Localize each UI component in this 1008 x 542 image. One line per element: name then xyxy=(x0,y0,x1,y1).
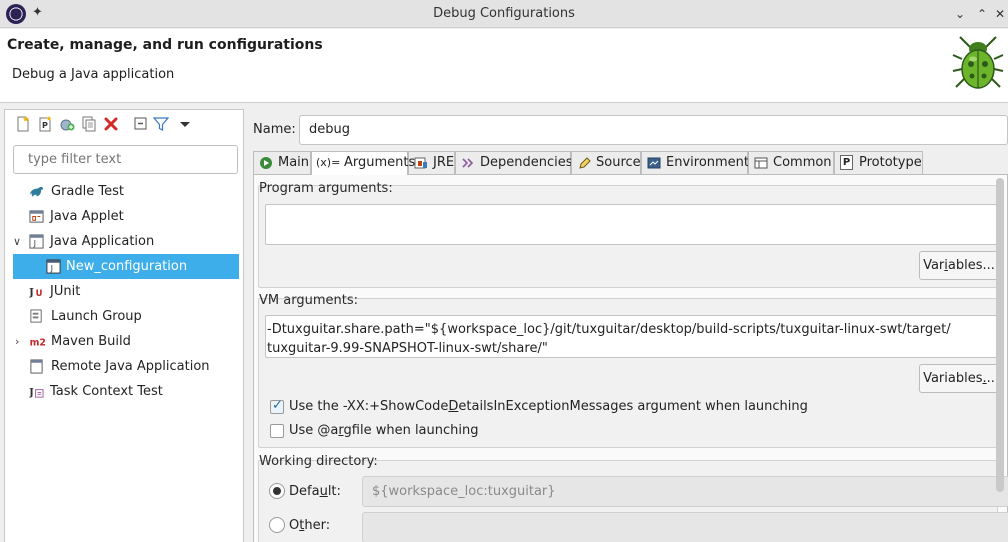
program-arguments-field[interactable] xyxy=(265,204,997,245)
java-application-icon: J xyxy=(29,234,44,249)
tree-item-maven-build[interactable]: › m2 Maven Build xyxy=(13,329,239,354)
program-arguments-label: Program arguments: xyxy=(259,181,393,196)
tab-common[interactable]: Common xyxy=(748,151,834,174)
tab-main[interactable]: Main xyxy=(253,151,311,174)
working-dir-default-radio[interactable] xyxy=(269,483,285,499)
java-application-icon: J xyxy=(46,259,61,274)
filter-input[interactable] xyxy=(13,145,238,174)
new-config-icon[interactable] xyxy=(15,116,31,132)
working-dir-other-radio[interactable] xyxy=(269,517,285,533)
common-tab-icon xyxy=(754,157,768,169)
vertical-scrollbar[interactable] xyxy=(996,178,1004,492)
svg-text:m2: m2 xyxy=(30,337,46,348)
argfile-checkbox[interactable] xyxy=(270,424,284,438)
tab-source[interactable]: Source xyxy=(571,151,641,174)
close-button[interactable]: ✕ xyxy=(990,4,1008,24)
vm-arguments-field[interactable]: -Dtuxguitar.share.path="${workspace_loc}… xyxy=(265,315,997,358)
tab-arguments[interactable]: (x)= Arguments xyxy=(311,151,415,175)
svg-text:J: J xyxy=(29,386,34,398)
view-menu-icon[interactable] xyxy=(177,116,193,132)
tab-environment[interactable]: Environment xyxy=(641,151,749,174)
collapse-all-icon[interactable] xyxy=(133,116,149,132)
vm-arguments-variables-button[interactable]: Variables... xyxy=(919,364,999,393)
vm-arguments-label: VM arguments: xyxy=(259,293,358,308)
filter-icon[interactable] xyxy=(153,116,169,132)
expand-chevron-icon[interactable]: › xyxy=(15,329,27,354)
show-code-details-label: Use the -XX:+ShowCodeDetailsInExceptionM… xyxy=(289,399,808,414)
page-title: Create, manage, and run configurations xyxy=(7,37,323,53)
delete-icon[interactable] xyxy=(103,116,119,132)
window-title: Debug Configurations xyxy=(433,6,575,21)
tree-item-java-application[interactable]: ∨ J Java Application xyxy=(13,229,239,254)
duplicate-icon[interactable] xyxy=(81,116,97,132)
working-dir-default-label: Default: xyxy=(289,484,341,499)
expand-chevron-icon[interactable]: ∨ xyxy=(13,229,25,254)
tree-item-junit[interactable]: J U JUnit xyxy=(13,279,239,304)
tree-item-new-configuration[interactable]: J New_configuration xyxy=(13,254,239,279)
name-label: Name: xyxy=(253,122,296,137)
page-subtitle: Debug a Java application xyxy=(12,67,175,82)
tab-prototype[interactable]: P Prototype xyxy=(834,151,923,174)
maximize-button[interactable]: ⌃ xyxy=(972,4,992,24)
junit-icon: J U xyxy=(29,286,43,298)
debug-bug-icon xyxy=(952,36,1004,89)
remote-java-icon xyxy=(30,359,43,374)
tree-item-gradle-test[interactable]: Gradle Test xyxy=(13,179,239,204)
arguments-tab-icon: (x)= xyxy=(316,156,341,169)
tree-item-java-applet[interactable]: Java Applet xyxy=(13,204,239,229)
tab-dependencies[interactable]: Dependencies xyxy=(455,151,573,174)
java-applet-icon xyxy=(29,210,44,223)
configuration-tree-panel: P Gradle Test xyxy=(4,109,244,542)
launch-group-icon xyxy=(30,309,42,323)
svg-text:J: J xyxy=(29,286,34,298)
environment-tab-icon xyxy=(647,157,661,169)
source-tab-icon xyxy=(579,157,591,169)
svg-text:J: J xyxy=(33,239,36,248)
gradle-icon xyxy=(29,186,44,197)
working-dir-other-label: Other: xyxy=(289,518,331,533)
working-dir-default-field: ${workspace_loc:tuxguitar} xyxy=(362,476,1008,507)
svg-text:U: U xyxy=(36,288,43,298)
argfile-label: Use @argfile when launching xyxy=(289,423,479,438)
dependencies-tab-icon xyxy=(462,158,474,168)
new-prototype-icon[interactable]: P xyxy=(37,116,53,132)
svg-text:J: J xyxy=(50,264,53,273)
svg-text:P: P xyxy=(42,121,48,130)
prototype-tab-icon: P xyxy=(840,155,853,170)
tree-item-task-context-test[interactable]: J Task Context Test xyxy=(13,379,239,404)
working-dir-other-field[interactable] xyxy=(362,512,1008,542)
maven-icon: m2 xyxy=(30,337,46,348)
header-banner: Create, manage, and run configurations D… xyxy=(0,29,1008,103)
program-arguments-variables-button[interactable]: Variables... xyxy=(919,251,999,280)
title-bar: ✦ Debug Configurations ⌄ ⌃ ✕ xyxy=(0,0,1008,28)
main-tab-icon xyxy=(260,157,272,169)
export-icon[interactable] xyxy=(59,116,75,132)
tree-item-launch-group[interactable]: Launch Group xyxy=(13,304,239,329)
minimize-button[interactable]: ⌄ xyxy=(950,4,970,24)
working-directory-label: Working directory: xyxy=(259,454,378,469)
tree-toolbar: P xyxy=(5,110,243,138)
name-input[interactable]: debug xyxy=(299,115,1008,145)
config-tabs: Main (x)= Arguments JRE Dependencies Sou… xyxy=(253,151,1008,175)
jre-tab-icon xyxy=(414,157,427,169)
task-context-icon: J xyxy=(29,386,44,398)
show-code-details-checkbox[interactable] xyxy=(270,398,284,414)
tree-item-remote-java-application[interactable]: Remote Java Application xyxy=(13,354,239,379)
